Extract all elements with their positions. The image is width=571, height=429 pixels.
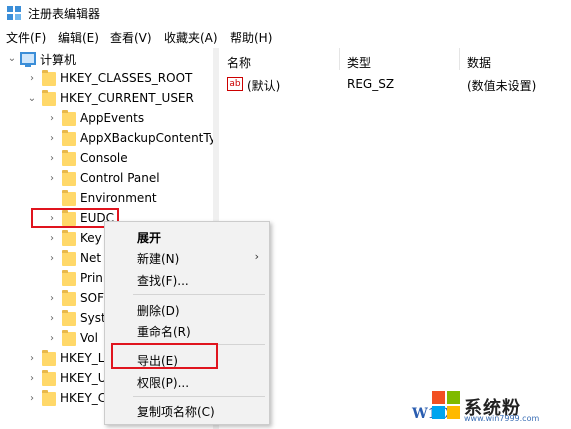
menu-edit[interactable]: 编辑(E) <box>58 29 99 46</box>
folder-icon <box>42 370 56 386</box>
menu-favorites[interactable]: 收藏夹(A) <box>164 29 218 46</box>
menu-item-rename[interactable]: 重命名(R) <box>137 323 191 340</box>
chevron-right-icon[interactable]: › <box>46 133 58 145</box>
registry-editor-icon <box>7 6 21 20</box>
folder-icon <box>62 290 76 306</box>
menu-item-expand[interactable]: 展开 <box>137 229 161 246</box>
folder-icon <box>42 70 56 86</box>
chevron-right-icon[interactable]: › <box>46 253 58 265</box>
folder-icon <box>62 170 76 186</box>
site-watermark: 系统粉 www.win7999.com <box>432 385 567 425</box>
string-value-icon: ab <box>227 77 243 91</box>
folder-icon <box>42 350 56 366</box>
chevron-right-icon[interactable]: › <box>26 393 38 405</box>
chevron-right-icon[interactable]: › <box>46 173 58 185</box>
chevron-right-icon[interactable]: › <box>46 313 58 325</box>
folder-icon <box>62 250 76 266</box>
menu-bar: 文件(F) 编辑(E) 查看(V) 收藏夹(A) 帮助(H) <box>0 26 571 48</box>
export-highlight-box <box>111 343 218 369</box>
menu-view[interactable]: 查看(V) <box>110 29 152 46</box>
computer-icon <box>20 52 36 67</box>
folder-icon <box>62 190 76 206</box>
menu-separator <box>133 294 265 295</box>
folder-icon <box>62 130 76 146</box>
chevron-right-icon[interactable]: › <box>46 233 58 245</box>
value-type: REG_SZ <box>347 77 395 91</box>
column-separator[interactable] <box>339 48 340 70</box>
chevron-right-icon[interactable]: › <box>46 153 58 165</box>
menu-item-find[interactable]: 查找(F)... <box>137 272 189 289</box>
chevron-right-icon[interactable]: › <box>46 333 58 345</box>
chevron-right-icon[interactable]: › <box>46 293 58 305</box>
folder-icon <box>62 270 76 286</box>
context-menu: 展开 新建(N) › 查找(F)... 删除(D) 重命名(R) 导出(E) 权… <box>104 221 270 425</box>
column-header-data[interactable]: 数据 <box>467 54 491 71</box>
chevron-right-icon[interactable]: › <box>26 73 38 85</box>
chevron-right-icon[interactable]: › <box>46 113 58 125</box>
folder-icon <box>62 310 76 326</box>
chevron-down-icon[interactable]: ⌄ <box>6 53 18 65</box>
chevron-down-icon[interactable]: ⌄ <box>26 93 38 105</box>
submenu-arrow-icon: › <box>254 250 259 263</box>
menu-separator <box>133 396 265 397</box>
folder-icon <box>62 330 76 346</box>
column-header-type[interactable]: 类型 <box>347 54 371 71</box>
menu-item-copy-key-name[interactable]: 复制项名称(C) <box>137 403 215 420</box>
folder-icon <box>42 390 56 406</box>
folder-icon <box>42 90 56 106</box>
chevron-right-icon[interactable]: › <box>26 373 38 385</box>
values-pane[interactable]: 名称 类型 数据 ab (默认) REG_SZ (数值未设置) <box>219 48 571 429</box>
menu-item-permissions[interactable]: 权限(P)... <box>137 374 189 391</box>
value-name[interactable]: (默认) <box>247 77 280 94</box>
folder-icon <box>62 150 76 166</box>
menu-help[interactable]: 帮助(H) <box>230 29 272 46</box>
column-separator[interactable] <box>459 48 460 70</box>
column-header-name[interactable]: 名称 <box>227 54 251 71</box>
window-title: 注册表编辑器 <box>28 7 101 21</box>
menu-file[interactable]: 文件(F) <box>6 29 46 46</box>
value-data: (数值未设置) <box>467 79 537 93</box>
chevron-right-icon[interactable]: › <box>26 353 38 365</box>
folder-icon <box>62 110 76 126</box>
watermark-url: www.win7999.com <box>464 414 540 423</box>
windows-logo-icon <box>432 391 460 419</box>
folder-icon <box>62 230 76 246</box>
title-bar: 注册表编辑器 <box>0 0 571 26</box>
menu-item-new[interactable]: 新建(N) <box>137 250 179 267</box>
menu-item-delete[interactable]: 删除(D) <box>137 302 180 319</box>
